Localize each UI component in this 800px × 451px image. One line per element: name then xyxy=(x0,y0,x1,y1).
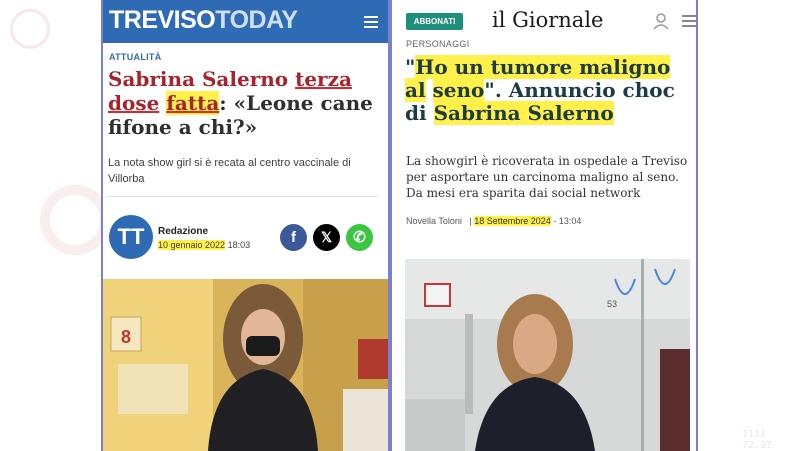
article-photo: 8 xyxy=(103,279,388,451)
article-meta: Novella Toloni | 18 Settembre 2024 - 13:… xyxy=(406,216,582,226)
article-lead: La nota show girl si è recata al centro … xyxy=(108,157,351,185)
user-account-icon[interactable] xyxy=(652,12,670,30)
whatsapp-share-icon[interactable]: ✆ xyxy=(346,224,373,251)
room-sign-number: 8 xyxy=(121,327,131,347)
subscribe-button[interactable]: ABBONATI xyxy=(406,13,463,30)
faded-ring-decoration xyxy=(40,185,110,255)
publish-date: 18 Settembre 2024 xyxy=(474,216,551,226)
article-category[interactable]: ATTUALITÀ xyxy=(109,52,162,62)
ilgiornale-article-screenshot: ABBONATI il Giornale PERSONAGGI "Ho un t… xyxy=(390,0,698,451)
hamburger-menu-icon[interactable] xyxy=(682,15,696,30)
timestamp-watermark: 1111 72:37 xyxy=(742,429,773,451)
author-avatar: TT xyxy=(109,215,153,259)
article-title: "Ho un tumore maligno al seno". Annuncio… xyxy=(405,55,675,125)
article-title: Sabrina Salerno terza dose fatta: «Leone… xyxy=(108,67,373,139)
facebook-share-icon[interactable]: f xyxy=(280,224,307,251)
room-number: 53 xyxy=(607,299,617,309)
article-photo: 53 xyxy=(405,259,690,451)
divider xyxy=(108,196,378,197)
x-share-icon[interactable]: 𝕏 xyxy=(313,224,340,251)
author-name[interactable]: Novella Toloni xyxy=(406,216,462,226)
trevisotoday-header: TREVISOTODAY xyxy=(103,0,388,43)
faded-logo-icon xyxy=(10,9,50,49)
publish-date: 10 gennaio 2022 18:03 xyxy=(158,240,251,250)
article-lead: La showgirl è ricoverata in ospedale a T… xyxy=(406,154,688,200)
article-category[interactable]: PERSONAGGI xyxy=(406,39,470,49)
author-name[interactable]: Redazione xyxy=(158,226,208,237)
ilgiornale-logo[interactable]: il Giornale xyxy=(492,8,603,32)
trevisotoday-article-screenshot: TREVISOTODAY ATTUALITÀ Sabrina Salerno t… xyxy=(101,0,390,451)
trevisotoday-logo[interactable]: TREVISOTODAY xyxy=(109,6,298,35)
hamburger-menu-icon[interactable] xyxy=(364,16,378,31)
